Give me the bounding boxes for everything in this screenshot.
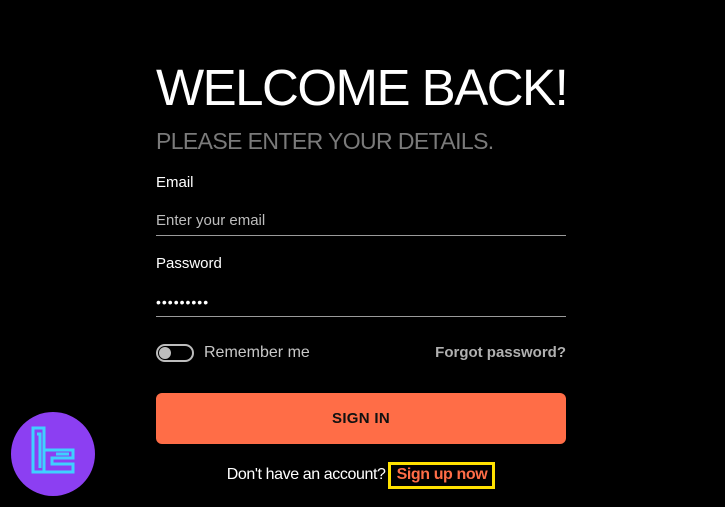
sign-up-link[interactable]: Sign up now <box>387 462 496 489</box>
email-label: Email <box>156 174 194 191</box>
page-subtitle: PLEASE ENTER YOUR DETAILS. <box>156 128 494 154</box>
email-field[interactable] <box>156 206 566 236</box>
password-field[interactable] <box>156 287 566 317</box>
signup-row: Don't have an account? Sign up now <box>156 462 566 489</box>
remember-me-toggle[interactable] <box>156 344 194 362</box>
signup-prompt: Don't have an account? <box>226 466 386 483</box>
login-page: WELCOME BACK! PLEASE ENTER YOUR DETAILS.… <box>0 0 725 507</box>
remember-me-control[interactable]: Remember me <box>156 342 310 364</box>
password-label: Password <box>156 255 222 272</box>
remember-me-label: Remember me <box>204 344 310 361</box>
tradingfinder-logo-icon <box>31 426 75 474</box>
page-title: WELCOME BACK! <box>156 59 569 116</box>
sign-in-button[interactable]: SIGN IN <box>156 393 566 444</box>
forgot-password-link[interactable]: Forgot password? <box>435 344 566 361</box>
toggle-knob <box>159 347 171 359</box>
brand-logo-badge <box>11 412 95 496</box>
